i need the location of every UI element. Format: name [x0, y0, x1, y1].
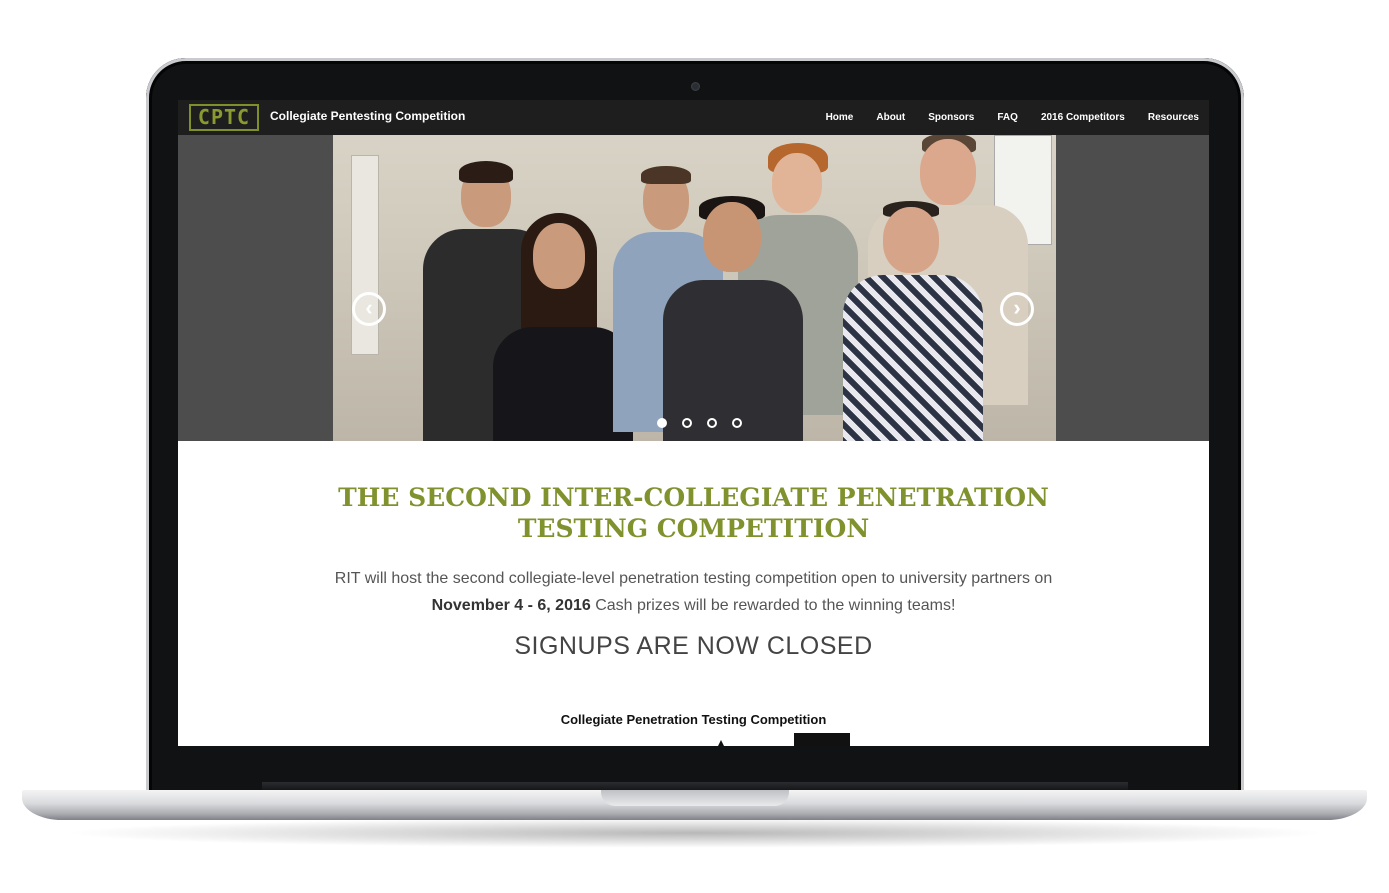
hero-carousel: ‹ ›	[178, 135, 1209, 441]
skyline-graphic-spire	[716, 740, 726, 746]
nav-about[interactable]: About	[876, 112, 905, 123]
intro-text-1: RIT will host the second collegiate-leve…	[334, 570, 1053, 587]
main-nav: Home About Sponsors FAQ 2016 Competitors…	[803, 100, 1199, 135]
signups-status: SIGNUPS ARE NOW CLOSED	[514, 632, 873, 660]
headline-line-2: TESTING COMPETITION	[517, 514, 870, 543]
intro-paragraph: RIT will host the second collegiate-leve…	[328, 565, 1059, 619]
chevron-right-icon: ›	[1013, 295, 1021, 320]
carousel-next-button[interactable]: ›	[1000, 292, 1034, 326]
laptop-notch	[601, 790, 789, 806]
carousel-dot-2[interactable]	[682, 418, 692, 428]
skyline-graphic-building	[794, 733, 850, 746]
carousel-dot-4[interactable]	[732, 418, 742, 428]
webcam	[691, 82, 700, 91]
carousel-indicators	[657, 418, 757, 428]
team-photo	[333, 135, 1056, 441]
nav-resources[interactable]: Resources	[1148, 112, 1199, 123]
intro-text-2: Cash prizes will be rewarded to the winn…	[590, 597, 956, 614]
cptc-logo[interactable]: CPTC	[189, 104, 259, 131]
nav-sponsors[interactable]: Sponsors	[928, 112, 974, 123]
carousel-prev-button[interactable]: ‹	[352, 292, 386, 326]
carousel-dot-1[interactable]	[657, 418, 667, 428]
event-date: November 4 - 6, 2016	[431, 597, 591, 614]
page-headline: THE SECOND INTER-COLLEGIATE PENETRATION …	[178, 482, 1209, 544]
headline-line-1: THE SECOND INTER-COLLEGIATE PENETRATION	[338, 483, 1049, 512]
nav-home[interactable]: Home	[826, 112, 854, 123]
carousel-dot-3[interactable]	[707, 418, 717, 428]
nav-faq[interactable]: FAQ	[997, 112, 1018, 123]
nav-2016-competitors[interactable]: 2016 Competitors	[1041, 112, 1125, 123]
chevron-left-icon: ‹	[365, 295, 373, 320]
navbar: CPTC Collegiate Pentesting Competition H…	[178, 100, 1209, 135]
laptop-shadow	[60, 818, 1330, 848]
browser-screen: CPTC Collegiate Pentesting Competition H…	[178, 100, 1209, 746]
brand-title[interactable]: Collegiate Pentesting Competition	[270, 109, 465, 123]
graphic-title: Collegiate Penetration Testing Competiti…	[560, 712, 827, 727]
